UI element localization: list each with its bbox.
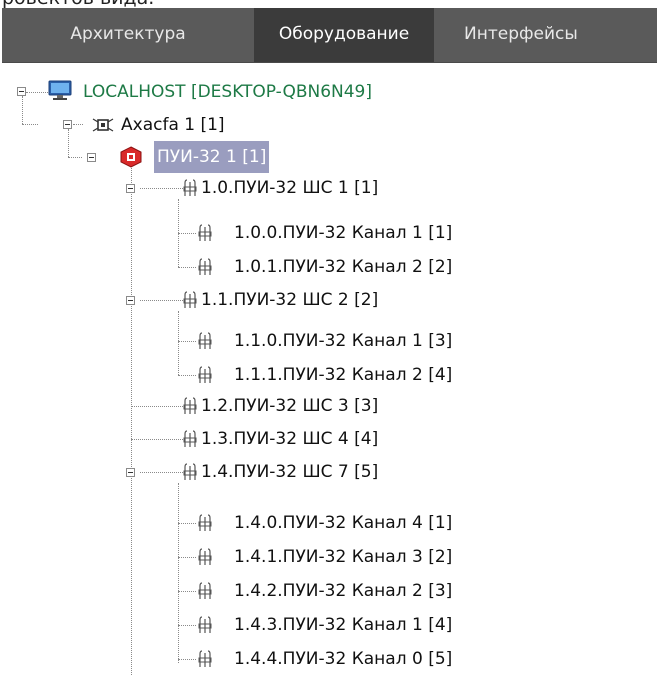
- tree-node-loop[interactable]: 1.4.ПУИ-32 ШС 7 [5]: [183, 456, 381, 488]
- tree-node-label: 1.3.ПУИ-32 ШС 4 [4]: [201, 429, 379, 449]
- sensor-loop-icon: [198, 332, 212, 349]
- sensor-loop-icon: [198, 514, 212, 531]
- tab-interfaces[interactable]: Интерфейсы: [434, 8, 657, 62]
- cut-off-caption-text: ровектов вида.: [2, 0, 154, 8]
- tree-node-label: 1.4.3.ПУИ-32 Канал 1 [4]: [234, 615, 453, 635]
- tree-connector: [140, 300, 185, 301]
- tree-node-channel[interactable]: 1.4.4.ПУИ-32 Канал 0 [5]: [198, 643, 455, 675]
- collapse-toggle[interactable]: [63, 120, 72, 129]
- collapse-toggle[interactable]: [126, 468, 135, 477]
- tree-node-label: 1.1.ПУИ-32 ШС 2 [2]: [201, 290, 379, 310]
- tree-connector: [178, 311, 179, 375]
- collapse-toggle[interactable]: [87, 153, 96, 162]
- tree-node-loop[interactable]: 1.2.ПУИ-32 ШС 3 [3]: [183, 390, 381, 422]
- tree-node-channel[interactable]: 1.1.1.ПУИ-32 Канал 2 [4]: [198, 359, 455, 391]
- sensor-loop-icon: [198, 616, 212, 633]
- sensor-loop-icon: [183, 397, 197, 414]
- tree-node-loop[interactable]: 1.0.ПУИ-32 ШС 1 [1]: [183, 172, 381, 204]
- collapse-toggle[interactable]: [17, 87, 26, 96]
- sensor-loop-icon: [183, 291, 197, 308]
- tab-bar: Архитектура Оборудование Интерфейсы: [2, 8, 657, 63]
- tree-node-label: 1.4.0.ПУИ-32 Канал 4 [1]: [234, 513, 453, 533]
- tree-node-label: 1.0.0.ПУИ-32 Канал 1 [1]: [234, 223, 453, 243]
- hardware-tree: LOCALHOST [DESKTOP-QBN6N49] Axacfa 1 [1]…: [0, 62, 657, 675]
- collapse-toggle[interactable]: [126, 296, 135, 305]
- tree-node-channel[interactable]: 1.4.1.ПУИ-32 Канал 3 [2]: [198, 541, 455, 573]
- tree-connector: [178, 591, 196, 592]
- device-network-icon: [92, 118, 114, 132]
- tree-node-label: 1.0.1.ПУИ-32 Канал 2 [2]: [234, 257, 453, 277]
- tree-connector: [73, 124, 83, 125]
- tree-node-label: 1.1.1.ПУИ-32 Канал 2 [4]: [234, 365, 453, 385]
- tree-connector: [178, 523, 196, 524]
- tree-connector: [178, 267, 196, 268]
- tree-node-label: 1.4.2.ПУИ-32 Канал 2 [3]: [234, 581, 453, 601]
- sensor-loop-icon: [198, 258, 212, 275]
- tree-node-label: ПУИ-32 1 [1]: [154, 141, 270, 173]
- tree-node-label: 1.4.ПУИ-32 ШС 7 [5]: [201, 462, 379, 482]
- tree-connector: [178, 659, 196, 660]
- collapse-toggle[interactable]: [126, 184, 135, 193]
- tree-connector: [178, 625, 196, 626]
- tab-equipment[interactable]: Оборудование: [254, 8, 434, 62]
- tab-architecture[interactable]: Архитектура: [2, 8, 254, 62]
- tree-node-channel[interactable]: 1.4.0.ПУИ-32 Канал 4 [1]: [198, 507, 455, 539]
- sensor-loop-icon: [198, 224, 212, 241]
- tree-node-label: 1.4.4.ПУИ-32 Канал 0 [5]: [234, 649, 453, 669]
- tree-node-label: 1.0.ПУИ-32 ШС 1 [1]: [201, 178, 379, 198]
- tree-node-label: 1.2.ПУИ-32 ШС 3 [3]: [201, 396, 379, 416]
- tree-connector: [178, 483, 179, 663]
- tree-connector: [178, 375, 196, 376]
- sensor-loop-icon: [198, 366, 212, 383]
- tree-connector: [131, 166, 132, 675]
- tree-connector: [178, 233, 196, 234]
- tree-connector: [22, 124, 38, 125]
- tree-node-loop[interactable]: 1.3.ПУИ-32 ШС 4 [4]: [183, 423, 381, 455]
- tree-node-channel[interactable]: 1.4.2.ПУИ-32 Канал 2 [3]: [198, 575, 455, 607]
- tree-node-label: 1.4.1.ПУИ-32 Канал 3 [2]: [234, 547, 453, 567]
- tree-connector: [131, 439, 185, 440]
- computer-icon: [48, 80, 72, 100]
- tree-connector: [131, 406, 185, 407]
- tree-node-pui32[interactable]: ПУИ-32 1 [1]: [120, 141, 270, 173]
- tree-node-label: LOCALHOST [DESKTOP-QBN6N49]: [83, 82, 372, 102]
- tree-connector: [178, 341, 196, 342]
- tree-node-channel[interactable]: 1.4.3.ПУИ-32 Канал 1 [4]: [198, 609, 455, 641]
- tree-connector: [140, 188, 185, 189]
- tree-connector: [22, 96, 23, 124]
- tree-connector: [140, 472, 185, 473]
- cut-off-caption: ровектов вида.: [0, 0, 657, 8]
- sensor-loop-icon: [183, 463, 197, 480]
- tree-node-axxon[interactable]: Axacfa 1 [1]: [92, 109, 228, 141]
- sensor-loop-icon: [198, 650, 212, 667]
- tree-node-localhost[interactable]: LOCALHOST [DESKTOP-QBN6N49]: [48, 76, 375, 108]
- tree-node-channel[interactable]: 1.1.0.ПУИ-32 Канал 1 [3]: [198, 325, 455, 357]
- alarm-panel-icon: [120, 146, 142, 168]
- tree-connector: [68, 157, 82, 158]
- tree-connector: [68, 129, 69, 157]
- tree-connector: [26, 92, 48, 93]
- sensor-loop-icon: [183, 179, 197, 196]
- tree-node-loop[interactable]: 1.1.ПУИ-32 ШС 2 [2]: [183, 284, 381, 316]
- sensor-loop-icon: [198, 582, 212, 599]
- tree-node-label: Axacfa 1 [1]: [121, 115, 225, 135]
- tree-connector: [178, 557, 196, 558]
- sensor-loop-icon: [198, 548, 212, 565]
- sensor-loop-icon: [183, 430, 197, 447]
- tree-node-channel[interactable]: 1.0.1.ПУИ-32 Канал 2 [2]: [198, 251, 455, 283]
- tree-node-label: 1.1.0.ПУИ-32 Канал 1 [3]: [234, 331, 453, 351]
- tree-node-channel[interactable]: 1.0.0.ПУИ-32 Канал 1 [1]: [198, 217, 455, 249]
